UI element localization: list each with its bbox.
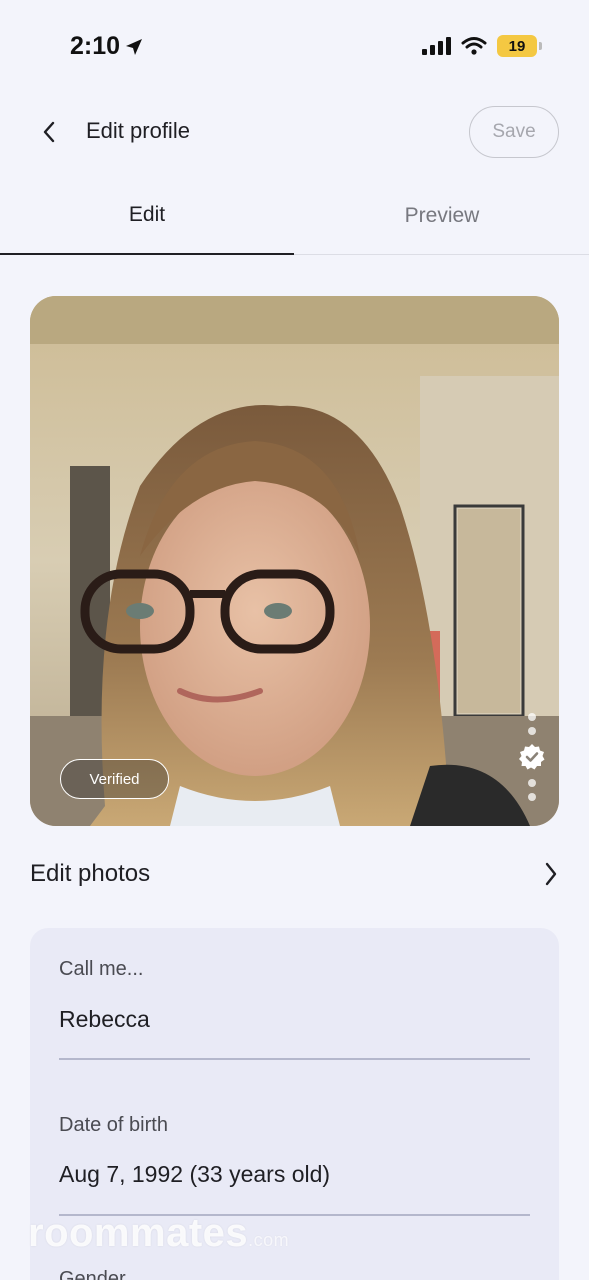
battery-indicator: 19 — [497, 35, 542, 57]
verified-check-icon — [519, 744, 545, 770]
gender-field-label: Gender — [59, 1268, 126, 1280]
name-field-label: Call me... — [59, 958, 144, 980]
dob-field-label: Date of birth — [59, 1114, 168, 1136]
divider — [59, 1058, 530, 1060]
dob-field[interactable]: Aug 7, 1992 (33 years old) — [59, 1161, 330, 1188]
watermark-logo: roommates.com — [28, 1211, 289, 1256]
photo-pagination — [519, 713, 545, 801]
pagination-dot — [528, 713, 536, 721]
pagination-dot — [528, 779, 536, 787]
wifi-icon — [461, 37, 487, 55]
battery-level: 19 — [508, 37, 526, 55]
verified-badge: Verified — [60, 759, 169, 799]
pagination-dot — [528, 793, 536, 801]
tab-edit[interactable]: Edit — [0, 176, 294, 255]
edit-photos-row[interactable]: Edit photos — [30, 848, 559, 900]
page-title: Edit profile — [86, 118, 190, 143]
status-bar: 2:10 19 — [0, 0, 589, 96]
back-button[interactable] — [34, 114, 64, 150]
header: Edit profile Save — [0, 100, 589, 164]
edit-photos-label: Edit photos — [30, 860, 151, 887]
location-arrow-icon — [126, 38, 143, 55]
profile-photo[interactable] — [30, 296, 559, 826]
chevron-left-icon — [43, 121, 55, 143]
profile-photo-image — [30, 296, 559, 826]
chevron-right-icon — [545, 862, 557, 886]
tab-bar: Edit Preview — [0, 176, 589, 255]
cellular-signal-icon — [422, 37, 451, 55]
watermark-brand: roommates — [28, 1211, 249, 1255]
save-button[interactable]: Save — [469, 106, 559, 158]
status-time: 2:10 — [70, 32, 144, 61]
watermark-suffix: .com — [248, 1230, 290, 1250]
status-indicators: 19 — [421, 35, 542, 57]
tab-preview[interactable]: Preview — [295, 176, 589, 255]
name-field[interactable]: Rebecca — [59, 1006, 150, 1033]
clock-text: 2:10 — [70, 32, 121, 60]
pagination-dot — [528, 727, 536, 735]
